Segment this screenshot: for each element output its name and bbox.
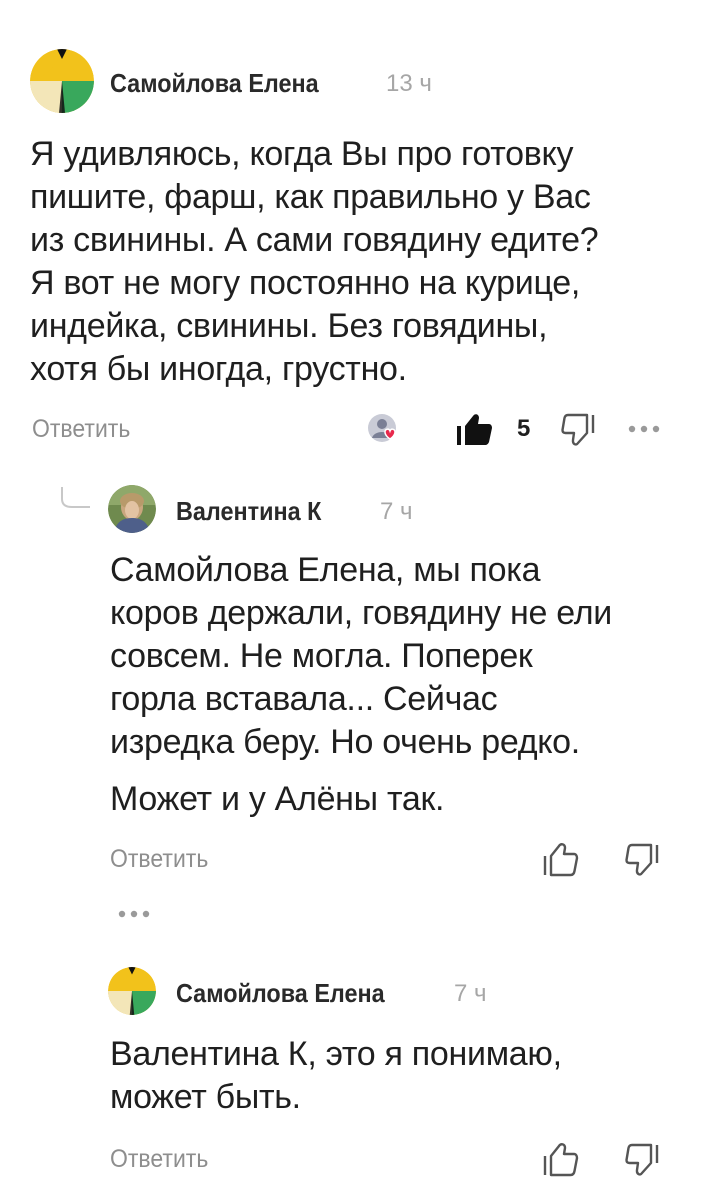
author-reaction-heart-icon xyxy=(368,414,396,442)
comment-text: Самойлова Елена, мы пока коров держали, … xyxy=(110,549,690,821)
reply-button[interactable]: Ответить xyxy=(110,1145,208,1174)
dislike-icon[interactable] xyxy=(560,411,600,449)
reply-thread-connector-icon xyxy=(61,487,90,508)
comment-text-line: Валентина К, это я понимаю, xyxy=(110,1035,562,1073)
comment-text-line: пишите, фарш, как правильно у Вас xyxy=(30,178,591,216)
zen-avatar-icon[interactable] xyxy=(108,967,156,1015)
dislike-icon[interactable] xyxy=(624,1141,664,1179)
comment-author[interactable]: Валентина К xyxy=(176,496,321,527)
like-filled-icon[interactable] xyxy=(454,410,494,448)
comment-text-line: совсем. Не могла. Поперек xyxy=(110,637,533,675)
more-options-icon[interactable] xyxy=(626,422,662,436)
comment-text: Валентина К, это я понимаю, может быть. xyxy=(110,1033,690,1119)
comment-text-line: может быть. xyxy=(110,1078,301,1116)
comment-time: 7 ч xyxy=(454,980,487,1007)
dislike-icon[interactable] xyxy=(624,841,664,879)
zen-avatar-icon[interactable] xyxy=(30,49,94,113)
comment-text-line: горла вставала... Сейчас xyxy=(110,680,498,718)
comment-text-line: индейка, свинины. Без говядины, xyxy=(30,307,548,345)
comment-text-line: Самойлова Елена, мы пока xyxy=(110,551,541,589)
comment-text-line: Может и у Алёны так. xyxy=(110,780,445,818)
comment-text-line: Я удивляюсь, когда Вы про готовку xyxy=(30,135,574,173)
comment-text-line: изредка беру. Но очень редко. xyxy=(110,723,580,761)
comment-time: 7 ч xyxy=(380,498,413,525)
comment-text-line: коров держали, говядину не ели xyxy=(110,594,612,632)
more-options-icon[interactable] xyxy=(116,907,152,921)
comment-text-line: хотя бы иногда, грустно. xyxy=(30,350,407,388)
comment-author[interactable]: Самойлова Елена xyxy=(176,978,385,1009)
comment-text: Я удивляюсь, когда Вы про готовку пишите… xyxy=(30,133,690,391)
comment-text-line: Я вот не могу постоянно на курице, xyxy=(30,264,581,302)
user-photo-avatar[interactable] xyxy=(108,485,156,533)
like-icon[interactable] xyxy=(540,1140,580,1178)
comment-author[interactable]: Самойлова Елена xyxy=(110,68,319,99)
like-icon[interactable] xyxy=(540,840,580,878)
reply-button[interactable]: Ответить xyxy=(110,845,208,874)
comment-text-line: из свинины. А сами говядину едите? xyxy=(30,221,599,259)
comment-time: 13 ч xyxy=(386,70,432,97)
reply-button[interactable]: Ответить xyxy=(32,415,130,444)
like-count: 5 xyxy=(517,415,531,442)
